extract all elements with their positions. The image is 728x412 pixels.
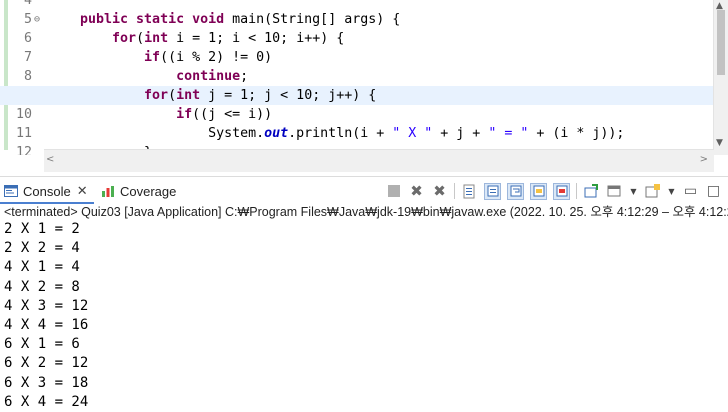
word-wrap-icon[interactable]	[507, 182, 524, 200]
console-output-line: 4 X 1 = 4	[4, 259, 80, 276]
code-token: ((i % 2) != 0)	[160, 50, 273, 65]
fold-collapse-icon[interactable]: ⊖	[34, 10, 40, 29]
console-output[interactable]: 2 X 1 = 2 2 X 2 = 4 4 X 1 = 4 4 X 2 = 8 4 X …	[0, 220, 728, 412]
code-token: main(String[]	[232, 12, 345, 27]
code-token: for	[144, 88, 169, 103]
scroll-lock-icon[interactable]	[484, 182, 501, 200]
line-number: 7	[23, 50, 32, 65]
code-token: int	[144, 31, 177, 46]
console-output-line: 6 X 3 = 18	[4, 374, 89, 391]
code-token: void	[192, 12, 233, 27]
maximize-icon[interactable]: □	[705, 183, 722, 200]
console-output-line: 4 X 2 = 8	[4, 278, 80, 295]
minimize-icon[interactable]: ▭	[682, 183, 699, 200]
code-token: continue	[176, 69, 241, 84]
clear-console-icon[interactable]	[461, 183, 478, 200]
line-number: 8	[23, 69, 32, 84]
chevron-down-icon[interactable]: ▼	[667, 183, 676, 200]
code-line[interactable]: if((i % 2) != 0)	[44, 48, 714, 67]
code-token: ((j <= i))	[192, 107, 273, 122]
pin-console-icon[interactable]	[583, 183, 600, 200]
scroll-down-icon[interactable]: ▼	[716, 138, 723, 148]
code-token: + (i * j));	[528, 126, 625, 141]
toolbar-separator	[576, 183, 577, 199]
code-token: " X "	[392, 126, 433, 141]
code-editor[interactable]: 45⊖6789101112 public static void main(St…	[0, 0, 728, 155]
console-icon	[4, 184, 18, 198]
scroll-right-icon[interactable]: >	[700, 154, 708, 165]
code-token: + j +	[432, 126, 489, 141]
code-token: System.	[80, 126, 265, 141]
line-number: 10	[15, 107, 32, 122]
code-token: if	[144, 50, 161, 65]
code-token: .println(i +	[288, 126, 393, 141]
tab-console-label: Console	[23, 183, 71, 199]
line-number: 12	[15, 145, 32, 155]
console-output-line: 2 X 2 = 4	[4, 240, 80, 257]
display-console-icon[interactable]	[606, 183, 623, 200]
console-toolbar: ✖ ✖ ▼ ▼ ▭ □	[388, 181, 728, 201]
code-token: args) {	[344, 12, 401, 27]
code-token: (	[136, 31, 145, 46]
toolbar-separator	[454, 183, 455, 199]
open-console-icon[interactable]	[644, 183, 661, 200]
tab-coverage-label: Coverage	[120, 183, 177, 199]
code-token: ;	[240, 69, 249, 84]
code-token: out	[264, 126, 289, 141]
code-line[interactable]: continue;	[44, 67, 714, 86]
console-output-line: 6 X 4 = 24	[4, 393, 89, 410]
code-token: j = 1; j < 10; j++) {	[208, 88, 377, 103]
code-token: if	[176, 107, 193, 122]
line-number: 4	[23, 0, 32, 8]
remove-all-icon[interactable]: ✖	[431, 182, 448, 200]
tab-coverage[interactable]: Coverage	[97, 180, 176, 202]
close-icon[interactable]: ✕	[77, 183, 88, 199]
editor-horizontal-scrollbar[interactable]: < >	[44, 149, 714, 172]
terminate-icon[interactable]	[388, 185, 400, 197]
scroll-thumb[interactable]	[717, 10, 725, 75]
code-token: static	[136, 12, 193, 27]
show-on-output-icon[interactable]	[530, 182, 547, 200]
coverage-icon	[101, 185, 115, 198]
change-ruler	[4, 0, 8, 150]
console-output-line: 6 X 1 = 6	[4, 336, 80, 353]
console-view-header: Console ✕ Coverage ✖ ✖ ▼ ▼ ▭ □	[0, 176, 728, 204]
line-number: 11	[15, 126, 32, 141]
console-output-line: 4 X 3 = 12	[4, 297, 89, 314]
code-token: public	[80, 12, 137, 27]
code-line[interactable]: for(int i = 1; i < 10; i++) {	[44, 29, 714, 48]
code-token: i = 1; i < 10; i++) {	[176, 31, 345, 46]
scroll-left-icon[interactable]: <	[46, 154, 54, 165]
code-line[interactable]: if((j <= i))	[44, 105, 714, 124]
line-number: 5	[23, 12, 32, 27]
console-status-line: <terminated> Quiz03 [Java Application] C…	[4, 205, 728, 219]
chevron-down-icon[interactable]: ▼	[629, 183, 638, 200]
console-output-line: 4 X 4 = 16	[4, 316, 89, 333]
line-number: 6	[23, 31, 32, 46]
console-output-line: 6 X 2 = 12	[4, 355, 89, 372]
code-line[interactable]: System.out.println(i + " X " + j + " = "…	[44, 124, 714, 143]
code-token: int	[176, 88, 209, 103]
show-on-error-icon[interactable]	[553, 182, 570, 200]
code-line[interactable]: public static void main(String[] args) {	[44, 10, 714, 29]
remove-launch-icon[interactable]: ✖	[408, 182, 425, 200]
code-token: " = "	[488, 126, 529, 141]
code-token: for	[112, 31, 137, 46]
editor-vertical-scrollbar[interactable]: ▲ ▼	[713, 0, 728, 155]
console-output-line: 2 X 1 = 2	[4, 221, 80, 237]
code-line[interactable]	[44, 0, 714, 10]
code-token: (	[168, 88, 177, 103]
code-line[interactable]: for(int j = 1; j < 10; j++) {	[0, 86, 714, 105]
tab-console[interactable]: Console ✕	[0, 180, 94, 204]
